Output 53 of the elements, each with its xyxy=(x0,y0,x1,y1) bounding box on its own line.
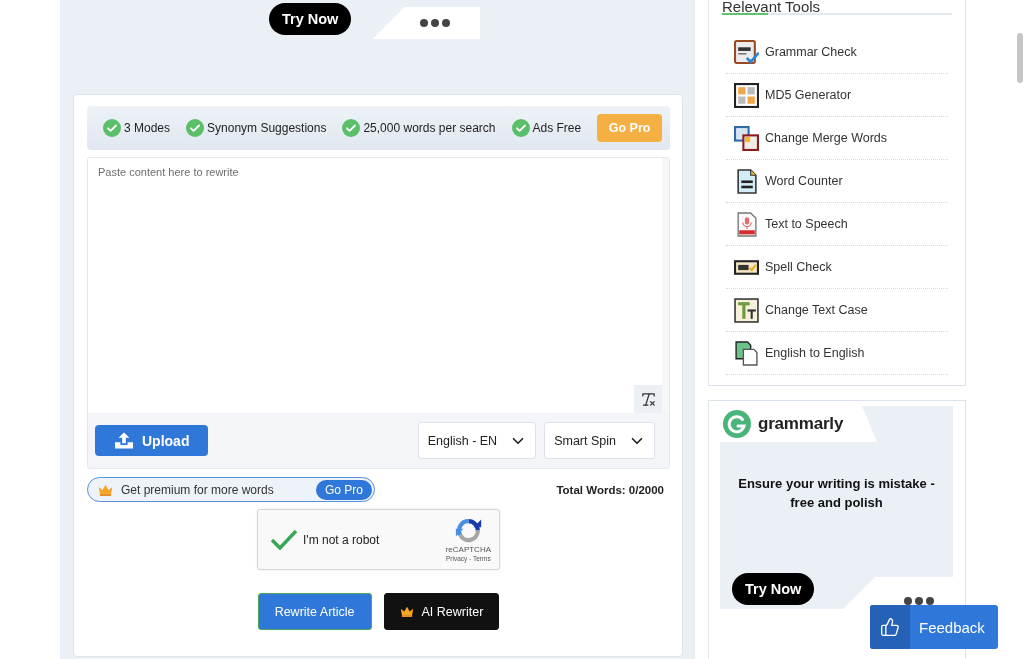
tool-link[interactable]: Text to Speech xyxy=(726,203,948,246)
check-circle-icon xyxy=(342,119,361,137)
two-documents-icon xyxy=(734,340,759,366)
feedback-button[interactable]: Feedback xyxy=(870,605,998,649)
clear-format-icon xyxy=(639,390,657,408)
tick-icon[interactable] xyxy=(270,529,298,550)
check-circle-icon xyxy=(103,119,121,137)
check-circle-icon xyxy=(511,119,530,137)
document-check-icon xyxy=(734,39,759,65)
premium-rewrite-button[interactable]: AI Rewriter xyxy=(383,593,500,630)
tool-link[interactable]: Word Counter xyxy=(726,160,948,203)
more-dots-icon xyxy=(419,19,450,27)
thumbs-up-icon xyxy=(870,605,910,649)
try-now-button[interactable]: Try Now xyxy=(269,3,352,35)
document-microphone-icon xyxy=(734,211,759,237)
clear-format-button[interactable] xyxy=(634,385,662,413)
crown-icon xyxy=(98,483,113,496)
rewrite-button[interactable]: Rewrite Article xyxy=(257,593,372,630)
tool-link[interactable]: Spell Check xyxy=(726,246,948,289)
crown-icon xyxy=(399,606,414,617)
try-now-button[interactable]: Try Now xyxy=(732,573,815,605)
captcha-label: I'm not a robot xyxy=(303,532,380,547)
circle-logo-icon xyxy=(723,410,751,438)
dropdown[interactable]: Smart Spin xyxy=(544,422,655,459)
grid-icon xyxy=(734,82,759,108)
tool-link[interactable]: English to English xyxy=(726,332,948,375)
upload-icon xyxy=(115,432,133,449)
circular-arrows-icon xyxy=(454,517,482,544)
ad-headline: Ensure your writing is mistake - free and polish xyxy=(737,475,936,512)
word-count: Total Words: 0/2000 xyxy=(556,483,664,496)
overlapping-squares-icon xyxy=(734,125,759,151)
feature-label: 25,000 words per search xyxy=(363,121,496,135)
feature-label: 3 Modes xyxy=(124,121,171,135)
premium-text: Get premium for more words xyxy=(121,482,274,497)
check-circle-icon xyxy=(186,119,205,137)
brand-name: grammarly xyxy=(758,414,844,434)
section-title: Relevant Tools xyxy=(722,0,822,13)
captcha-brand: reCAPTCHA xyxy=(445,545,491,554)
go-pro-button[interactable]: Go Pro xyxy=(316,479,372,500)
tool-link[interactable]: MD5 Generator xyxy=(726,74,948,117)
feature-label: Ads Free xyxy=(532,121,582,135)
tool-link[interactable]: Change Merge Words xyxy=(726,117,948,160)
upload-button[interactable]: Upload xyxy=(95,425,209,456)
scrollbar-thumb[interactable] xyxy=(1017,33,1023,83)
feature-label: Synonym Suggestions xyxy=(207,121,327,135)
more-dots-icon xyxy=(904,597,934,605)
tool-link[interactable]: Change Text Case xyxy=(726,289,948,332)
text-input-area[interactable]: Paste content here to rewrite xyxy=(88,158,669,413)
pillar-tile-icon xyxy=(734,297,759,323)
dropdown[interactable]: English - EN xyxy=(417,422,537,459)
ad-options-tab[interactable] xyxy=(372,7,481,39)
document-icon xyxy=(734,168,759,194)
tool-link[interactable]: Grammar Check xyxy=(726,31,948,74)
